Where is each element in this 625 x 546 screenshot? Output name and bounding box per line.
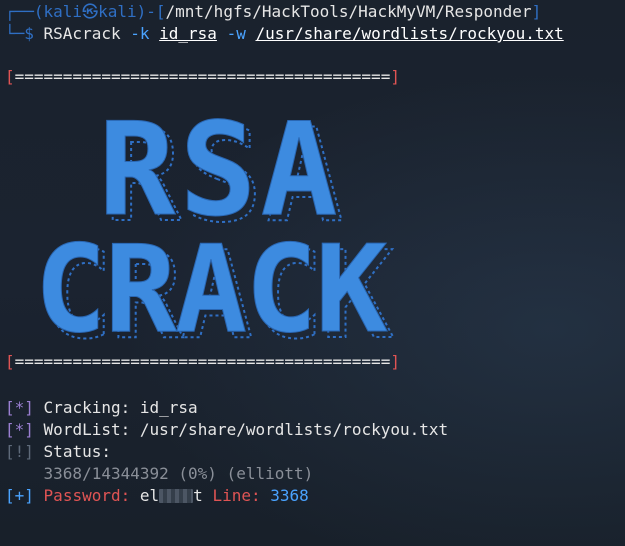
line-label: Line: xyxy=(212,486,261,505)
wordlist-label: WordList: xyxy=(43,420,131,439)
password-line: [+] Password: el t Line: 3368 xyxy=(5,485,309,507)
cracking-label: Cracking: xyxy=(43,398,131,417)
prompt-line: ┌──(kali㉿kali)-[/mnt/hgfs/HackTools/Hack… xyxy=(5,1,541,23)
command-name: RSAcrack xyxy=(43,24,121,43)
progress-text: 3368/14344392 (0%) (elliott) xyxy=(43,464,314,483)
prompt-dir-close: ] xyxy=(531,2,542,21)
prompt-dir-open: )-[ xyxy=(136,2,166,21)
separator-bar: ======================================= xyxy=(14,67,391,86)
line-number: 3368 xyxy=(270,486,309,505)
separator-open-bracket: [ xyxy=(5,352,15,371)
banner-line2: CRACK xyxy=(34,221,387,344)
wordlist-arg: /usr/share/wordlists/rockyou.txt xyxy=(255,24,564,43)
prompt-cwd: /mnt/hgfs/HackTools/HackMyVM/Responder xyxy=(165,2,532,21)
wordlist-value: /usr/share/wordlists/rockyou.txt xyxy=(139,420,449,439)
redacted-password xyxy=(159,489,194,503)
flag-w: -w xyxy=(226,24,246,43)
info-tag: [*] xyxy=(5,420,34,439)
success-tag: [+] xyxy=(5,486,34,505)
separator-close-bracket: ] xyxy=(390,67,400,86)
status-line: [!] Status: xyxy=(5,441,111,463)
banner-separator-top: [=======================================… xyxy=(5,66,400,88)
flag-k: -k xyxy=(130,24,150,43)
prompt-host: kali xyxy=(98,2,137,21)
prompt-box-top: ┌──( xyxy=(5,2,44,21)
cracking-line: [*] Cracking: id_rsa xyxy=(5,397,198,419)
warning-tag: [!] xyxy=(5,442,34,461)
wordlist-line: [*] WordList: /usr/share/wordlists/rocky… xyxy=(5,419,448,441)
key-file-arg: id_rsa xyxy=(159,24,217,43)
status-label: Status: xyxy=(43,442,111,461)
rsa-crack-banner: RSA RSA CRACK CRACK xyxy=(34,96,396,345)
password-label: Password: xyxy=(43,486,131,505)
password-suffix: t xyxy=(193,486,203,505)
skull-icon: ㉿ xyxy=(82,2,99,21)
prompt-box-bottom: └─$ xyxy=(5,24,44,43)
progress-line: 3368/14344392 (0%) (elliott) xyxy=(5,463,314,485)
cracking-value: id_rsa xyxy=(139,398,198,417)
command-line[interactable]: └─$ RSAcrack -k id_rsa -w /usr/share/wor… xyxy=(5,23,564,45)
separator-close-bracket: ] xyxy=(390,352,400,371)
separator-bar: ======================================= xyxy=(14,352,391,371)
info-tag: [*] xyxy=(5,398,34,417)
separator-open-bracket: [ xyxy=(5,67,15,86)
password-prefix: el xyxy=(139,486,160,505)
terminal-window[interactable]: ┌──(kali㉿kali)-[/mnt/hgfs/HackTools/Hack… xyxy=(0,0,625,546)
banner-separator-bottom: [=======================================… xyxy=(5,351,400,373)
prompt-user: kali xyxy=(43,2,83,21)
